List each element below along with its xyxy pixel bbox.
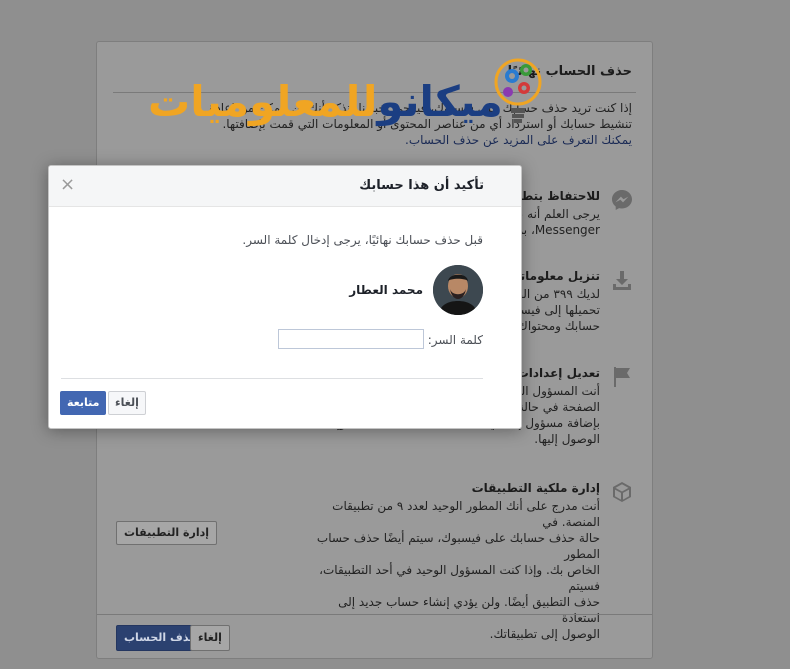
logo-text: ميكانوللمعلوميات: [148, 72, 504, 132]
messenger-icon: [612, 190, 632, 210]
password-label: كلمة السر:: [427, 333, 483, 347]
user-name: محمد العطار: [349, 283, 423, 297]
section-title: إدارة ملكية التطبيقات: [471, 481, 600, 495]
section-line: حالة حذف حسابك على فيسبوك، سيتم أيضًا حذ…: [316, 531, 600, 561]
logo-text-blue: ميكانو: [377, 77, 503, 126]
section-line: الوصول إليها.: [534, 432, 600, 446]
flag-icon: [614, 367, 630, 387]
dialog-header: تأكيد أن هذا حسابك ×: [49, 166, 521, 207]
avatar: [433, 265, 483, 315]
lightbulb-gears-icon: [494, 58, 542, 123]
password-input[interactable]: [278, 329, 424, 349]
close-icon[interactable]: ×: [60, 175, 75, 195]
background-cancel-button[interactable]: إلغاء: [190, 625, 230, 651]
logo-text-orange: للمعلوميات: [148, 77, 378, 126]
apps-section: إدارة ملكية التطبيقات أنت مدرج على أنك ا…: [302, 480, 632, 642]
dialog-divider: [61, 378, 483, 379]
confirm-account-dialog: تأكيد أن هذا حسابك × قبل حذف حسابك نهائي…: [48, 165, 522, 429]
app-box-icon: [613, 482, 631, 502]
download-icon: [613, 271, 631, 290]
mecano-logo: ميكانوللمعلوميات: [148, 50, 548, 145]
user-photo: [433, 265, 483, 315]
continue-button[interactable]: متابعة: [60, 391, 107, 415]
dialog-title: تأكيد أن هذا حسابك: [359, 178, 484, 193]
manage-apps-button[interactable]: إدارة التطبيقات: [116, 521, 218, 545]
cancel-button[interactable]: إلغاء: [108, 391, 146, 415]
section-line: أنت مدرج على أنك المطور الوحيد لعدد ٩ من…: [332, 499, 600, 529]
section-line: الخاص بك. وإذا كنت المسؤول الوحيد في أحد…: [319, 563, 600, 593]
dialog-message: قبل حذف حسابك نهائيًا، يرجى إدخال كلمة ا…: [242, 233, 483, 247]
panel-footer-divider: [97, 614, 652, 615]
section-line: الوصول إلى تطبيقاتك.: [489, 627, 600, 641]
section-line: حذف التطبيق أيضًا. ولن يؤدي إنشاء حساب ج…: [338, 595, 600, 625]
